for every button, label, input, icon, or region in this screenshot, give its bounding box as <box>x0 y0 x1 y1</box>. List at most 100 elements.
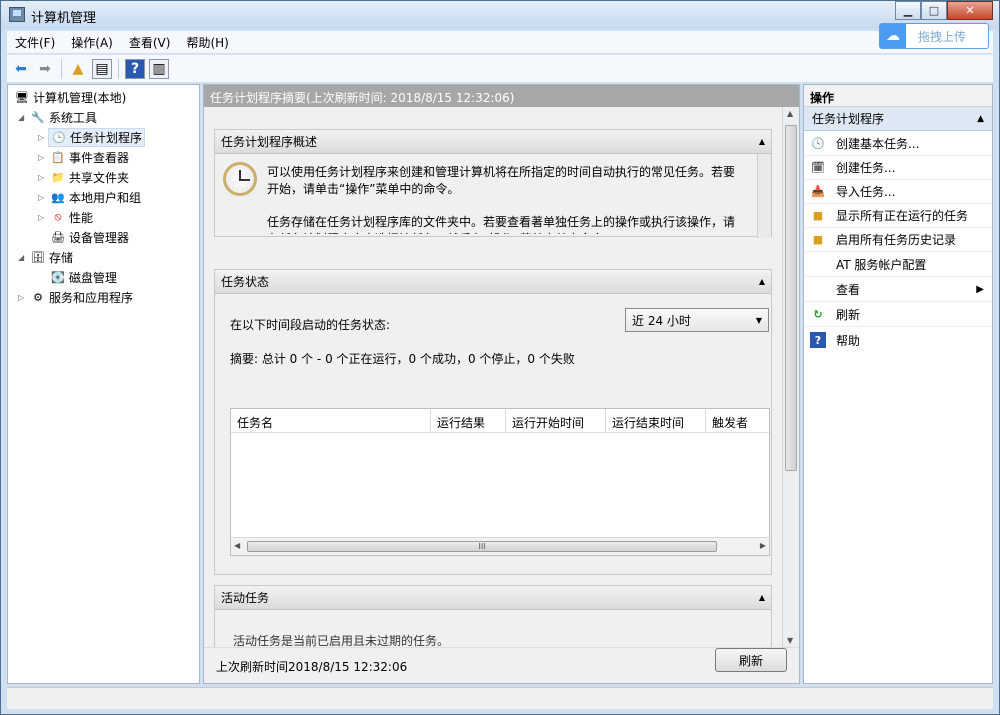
tree-item-label: 设备管理器 <box>69 230 130 245</box>
clock-icon: 🕒 <box>52 130 66 144</box>
summary-header: 任务计划程序摘要(上次刷新时间: 2018/8/15 12:32:06) <box>204 85 799 107</box>
upload-button[interactable]: ☁ 拖拽上传 <box>879 23 989 49</box>
tree-item-local-users[interactable]: ▷ 👥 本地用户和组 <box>38 187 141 207</box>
action-refresh[interactable]: ↻ 刷新 <box>804 303 992 327</box>
status-bar <box>7 687 993 709</box>
tree-item-disk-management[interactable]: 💽 磁盘管理 <box>48 267 117 287</box>
action-at-service-config[interactable]: AT 服务帐户配置 <box>804 253 992 277</box>
refresh-button[interactable]: 刷新 <box>715 648 787 672</box>
column-header-run-start[interactable]: 运行开始时间 <box>506 409 606 433</box>
up-folder-icon[interactable]: ▲ <box>68 59 88 79</box>
performance-icon: ⦸ <box>54 210 62 223</box>
maximize-icon: □ <box>928 4 940 17</box>
cloud-icon: ☁ <box>880 24 906 48</box>
menu-help[interactable]: 帮助(H) <box>178 34 236 51</box>
scroll-up-icon[interactable]: ▲ <box>787 109 793 118</box>
back-arrow-icon[interactable]: ⬅ <box>11 59 31 79</box>
action-label: 帮助 <box>836 333 861 348</box>
scroll-left-icon[interactable]: ◀ <box>234 541 240 550</box>
menu-file[interactable]: 文件(F) <box>7 34 63 51</box>
title-bar[interactable]: 计算机管理 ▁ □ ✕ <box>1 1 999 29</box>
chevron-down-icon: ▼ <box>755 315 762 325</box>
tree-item-system-tools[interactable]: ◢ 🔧 系统工具 <box>18 107 97 127</box>
tree-item-performance[interactable]: ▷ ⦸ 性能 <box>38 207 93 227</box>
active-tasks-title: 活动任务 <box>221 591 270 605</box>
action-label: 显示所有正在运行的任务 <box>836 209 969 223</box>
menu-bar: 文件(F) 操作(A) 查看(V) 帮助(H) <box>7 31 993 53</box>
tree-item-label: 共享文件夹 <box>69 170 130 185</box>
period-select[interactable]: 近 24 小时 ▼ <box>625 308 769 332</box>
blank-icon <box>810 282 826 298</box>
maximize-button[interactable]: □ <box>921 1 947 20</box>
action-help[interactable]: ? 帮助 <box>804 328 992 352</box>
window-title: 计算机管理 <box>31 11 97 26</box>
submenu-arrow-icon: ▶ <box>976 284 984 295</box>
collapse-arrow-icon[interactable]: ▲ <box>977 114 984 124</box>
collapse-triangle-icon[interactable]: ◢ <box>18 113 28 122</box>
action-create-basic-task[interactable]: 🕓 创建基本任务... <box>804 132 992 156</box>
table-horizontal-scrollbar[interactable]: ◀ III ▶ <box>231 537 769 555</box>
vertical-scroll-thumb[interactable] <box>785 125 797 471</box>
tree-item-label: 存储 <box>49 250 74 265</box>
active-tasks-header[interactable]: 活动任务 ▲ <box>215 586 771 610</box>
tree-item-shared-folders[interactable]: ▷ 📁 共享文件夹 <box>38 167 129 187</box>
horizontal-scroll-thumb[interactable]: III <box>247 541 717 552</box>
scroll-down-icon[interactable]: ▼ <box>787 636 793 645</box>
clock-icon <box>223 162 257 196</box>
collapse-triangle-icon[interactable]: ◢ <box>18 253 28 262</box>
column-header-run-result[interactable]: 运行结果 <box>431 409 506 433</box>
collapse-arrow-icon[interactable]: ▲ <box>759 137 765 146</box>
collapse-arrow-icon[interactable]: ▲ <box>759 277 765 286</box>
expand-triangle-icon[interactable]: ▷ <box>38 133 48 142</box>
summary-body: 任务计划程序概述 ▲ 可以使用任务计划程序来创建和管理计算机将在所指定的时间自动… <box>204 107 783 647</box>
expand-triangle-icon[interactable]: ▷ <box>38 153 48 162</box>
action-view[interactable]: 查看 ▶ <box>804 278 992 302</box>
expand-triangle-icon[interactable]: ▷ <box>18 293 28 302</box>
expand-triangle-icon[interactable]: ▷ <box>38 213 48 222</box>
action-import-task[interactable]: 📥 导入任务... <box>804 180 992 204</box>
help-icon[interactable]: ? <box>125 58 145 79</box>
refresh-icon: ↻ <box>813 308 823 321</box>
tree-item-label: 服务和应用程序 <box>49 290 134 305</box>
tree-item-label: 计算机管理(本地) <box>33 90 127 105</box>
help-icon: ? <box>810 332 826 348</box>
menu-view[interactable]: 查看(V) <box>121 34 179 51</box>
summary-footer: 上次刷新时间2018/8/15 12:32:06 刷新 <box>204 647 799 683</box>
active-tasks-section: 活动任务 ▲ 活动任务是当前已启用且未过期的任务。 <box>214 585 772 647</box>
tree-item-storage[interactable]: ◢ 🗄 存储 <box>18 247 73 267</box>
scroll-right-icon[interactable]: ▶ <box>760 541 766 550</box>
actions-header: 操作 <box>804 85 992 107</box>
column-header-task-name[interactable]: 任务名 <box>231 409 431 433</box>
overview-scrollbar[interactable] <box>757 154 771 238</box>
overview-title: 任务计划程序概述 <box>221 135 318 149</box>
tree-item-root[interactable]: 🖥 计算机管理(本地) <box>12 87 126 107</box>
collapse-arrow-icon[interactable]: ▲ <box>759 593 765 602</box>
action-show-running-tasks[interactable]: ■ 显示所有正在运行的任务 <box>804 204 992 228</box>
task-status-header[interactable]: 任务状态 ▲ <box>215 270 771 294</box>
action-label: 启用所有任务历史记录 <box>836 233 957 247</box>
forward-arrow-icon[interactable]: ➡ <box>35 59 55 79</box>
tree-item-label: 事件查看器 <box>69 150 130 165</box>
event-viewer-icon: 📋 <box>51 150 65 164</box>
minimize-button[interactable]: ▁ <box>895 1 921 20</box>
menu-action[interactable]: 操作(A) <box>63 34 121 51</box>
tree-item-event-viewer[interactable]: ▷ 📋 事件查看器 <box>38 147 129 167</box>
close-button[interactable]: ✕ <box>947 1 993 20</box>
tree-item-task-scheduler[interactable]: ▷ 🕒 任务计划程序 <box>38 127 146 147</box>
actions-section-header[interactable]: 任务计划程序 ▲ <box>804 107 992 131</box>
tree-item-services-apps[interactable]: ▷ ⚙ 服务和应用程序 <box>18 287 133 307</box>
show-hide-tree-icon[interactable]: ▤ <box>92 58 112 79</box>
action-enable-history[interactable]: ■ 启用所有任务历史记录 <box>804 228 992 252</box>
tree-item-device-manager[interactable]: 🖨 设备管理器 <box>48 227 129 247</box>
tools-icon: 🔧 <box>31 110 45 124</box>
action-create-task[interactable]: 🗓 创建任务... <box>804 156 992 180</box>
expand-triangle-icon[interactable]: ▷ <box>38 173 48 182</box>
minimize-icon: ▁ <box>903 4 913 17</box>
column-header-triggered-by[interactable]: 触发者 <box>706 409 769 433</box>
center-vertical-scrollbar[interactable]: ▲ ▼ <box>782 107 799 647</box>
action-label: 创建基本任务... <box>836 137 920 151</box>
show-hide-action-pane-icon[interactable]: ▥ <box>149 58 169 79</box>
expand-triangle-icon[interactable]: ▷ <box>38 193 48 202</box>
column-header-run-end[interactable]: 运行结束时间 <box>606 409 706 433</box>
overview-header[interactable]: 任务计划程序概述 ▲ <box>215 130 771 154</box>
